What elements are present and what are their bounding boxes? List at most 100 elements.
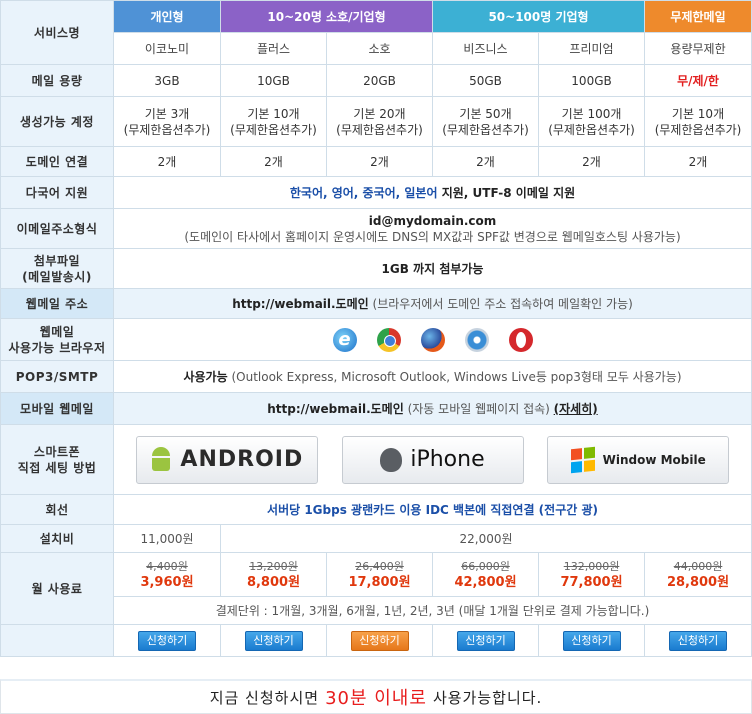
capacity-value-unlimited: 무/제/한 [644,64,752,97]
line-label: 회선 [0,494,114,525]
monthly-price: 13,200원 8,800원 [220,552,327,597]
webmail-url: http://webmail.도메인 [232,296,369,311]
email-format-label: 이메일주소형식 [0,208,114,249]
accounts-note: (무제한옵션추가) [336,122,423,137]
accounts-cell: 기본 100개 (무제한옵션추가) [538,96,646,147]
plan-plus: 플러스 [220,32,327,65]
opera-icon [508,327,533,352]
accounts-cell: 기본 20개 (무제한옵션추가) [325,96,434,147]
webmail-desc: (브라우저에서 도메인 주소 접속하여 메일확인 가능) [368,296,633,311]
iphone-label: iPhone [410,446,485,472]
monthly-fee-label: 월 사용료 [0,552,114,625]
apply-button-soho[interactable]: 신청하기 [350,630,409,651]
monthly-price: 132,000원 77,800원 [538,552,646,597]
old-price: 132,000원 [563,559,620,573]
plan-premium: 프리미엄 [538,32,646,65]
group-enterprise: 50~100명 기업형 [432,0,646,33]
firefox-icon [420,327,445,352]
accounts-note: (무제한옵션추가) [442,122,529,137]
mobile-details-link[interactable]: (자세히) [554,402,598,416]
smartphone-label-line2: 직접 세팅 방법 [17,460,97,475]
attachment-label: 첨부파일 (메일발송시) [0,248,114,289]
setup-fee-economy: 11,000원 [113,524,221,553]
old-price: 44,000원 [673,559,723,573]
plan-soho: 소호 [325,32,434,65]
promo-post: 사용가능합니다. [432,688,543,707]
domain-value: 2개 [432,146,540,177]
accounts-cell: 기본 3개 (무제한옵션추가) [113,96,221,147]
promo-highlight: 30분 이내로 [325,688,427,709]
accounts-base: 기본 3개 [144,106,190,121]
multilang-highlight: 한국어, 영어, 중국어, 일본어 [289,185,438,200]
multilang-label: 다국어 지원 [0,176,114,209]
email-format-value: id@mydomain.com (도메인이 타사에서 홈페이지 운영시에도 DNS… [112,208,752,249]
apple-icon [380,447,403,472]
monthly-price: 66,000원 42,800원 [432,552,540,597]
apply-button-economy[interactable]: 신청하기 [138,630,196,651]
new-price: 28,800원 [666,574,730,590]
mobile-webmail-label: 모바일 웹메일 [0,392,114,425]
browsers-label: 웹메일 사용가능 브라우저 [0,318,114,361]
mobile-desc: (자동 모바일 웹페이지 접속) [403,401,554,416]
new-price: 8,800원 [246,574,301,590]
apply-row-label [0,624,114,657]
webmail-address-label: 웹메일 주소 [0,288,114,319]
apply-cell: 신청하기 [538,624,646,657]
old-price: 4,400원 [146,559,188,573]
new-price: 3,960원 [140,574,194,590]
accounts-note: (무제한옵션추가) [230,122,317,137]
accounts-base: 기본 20개 [353,106,406,121]
iphone-setup-button[interactable]: iPhone [341,435,524,484]
monthly-price: 4,400원 3,960원 [113,552,221,597]
billing-units: 결제단위 : 1개월, 3개월, 6개월, 1년, 2년, 3년 (매달 1개월… [112,596,752,625]
plan-economy: 이코노미 [113,32,221,65]
group-personal: 개인형 [113,0,221,33]
pricing-table: 서비스명 개인형 10~20명 소호/기업형 50~100명 기업형 무제한메일… [0,0,752,657]
apply-button-premium[interactable]: 신청하기 [562,630,621,651]
accounts-note: (무제한옵션추가) [654,122,742,137]
accounts-note: (무제한옵션추가) [123,122,211,137]
multilang-rest: 지원, UTF-8 이메일 지원 [437,185,576,200]
accounts-base: 기본 50개 [459,106,512,121]
smartphone-label-line1: 스마트폰 [33,444,81,459]
plan-business: 비즈니스 [432,32,540,65]
monthly-price: 44,000원 28,800원 [644,552,752,597]
domain-value: 2개 [325,146,434,177]
attachment-label-line2: (메일발송시) [22,269,92,284]
old-price: 26,400원 [355,559,404,573]
group-soho: 10~20명 소호/기업형 [219,0,434,33]
domain-value: 2개 [538,146,646,177]
service-name-header: 서비스명 [0,0,114,65]
safari-icon [464,327,489,352]
windows-mobile-label: Window Mobile [602,452,706,467]
capacity-value: 20GB [325,64,434,97]
new-price: 17,800원 [348,574,411,590]
accounts-cell: 기본 10개 (무제한옵션추가) [220,96,327,147]
accounts-label: 생성가능 계정 [0,96,114,147]
attachment-value: 1GB 까지 첨부가능 [112,248,752,289]
apply-cell: 신청하기 [220,624,327,657]
windows-mobile-setup-button[interactable]: Window Mobile [547,435,730,484]
attachment-label-line1: 첨부파일 [33,253,81,268]
apply-button-unlimited[interactable]: 신청하기 [669,630,728,651]
domain-value: 2개 [113,146,221,177]
smartphone-label: 스마트폰 직접 세팅 방법 [0,424,114,495]
promo-pre: 지금 신청하시면 [209,688,320,707]
line-value: 서버당 1Gbps 광랜카드 이용 IDC 백본에 직접연결 (전구간 광) [112,494,752,525]
capacity-value: 50GB [432,64,540,97]
accounts-cell: 기본 50개 (무제한옵션추가) [432,96,540,147]
apply-cell: 신청하기 [644,624,752,657]
android-setup-button[interactable]: ANDROID [135,435,318,484]
mobile-url: http://webmail.도메인 [267,401,404,416]
pop3-label: POP3/SMTP [0,360,114,393]
mobile-webmail-value: http://webmail.도메인 (자동 모바일 웹페이지 접속) (자세히… [112,392,752,425]
monthly-price: 26,400원 17,800원 [325,552,434,597]
android-icon [150,446,172,473]
apply-button-business[interactable]: 신청하기 [456,630,515,651]
apply-button-plus[interactable]: 신청하기 [244,630,303,651]
email-format-desc: (도메인이 타사에서 홈페이지 운영시에도 DNS의 MX값과 SPF값 변경으… [184,229,681,244]
apply-cell: 신청하기 [325,624,434,657]
group-unlimited: 무제한메일 [644,0,752,33]
email-format-example: id@mydomain.com [368,213,497,228]
browsers-label-line2: 사용가능 브라우저 [8,340,106,355]
